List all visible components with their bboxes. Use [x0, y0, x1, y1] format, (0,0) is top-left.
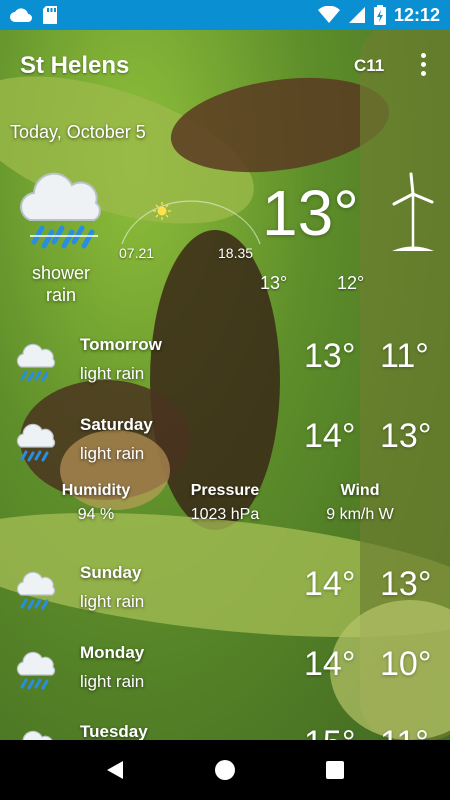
cloud-rain-icon: [16, 423, 56, 462]
wind-label: Wind: [340, 482, 380, 499]
cloud-rain-icon: [16, 651, 56, 690]
forecast-description: light rain: [80, 444, 145, 463]
cloud-icon: [10, 8, 32, 22]
forecast-high: 14°: [304, 417, 356, 455]
forecast-description: light rain: [80, 364, 145, 383]
humidity-detail: Humidity 94 %: [58, 482, 134, 524]
wind-value: 9 km/h W: [326, 506, 394, 523]
pressure-detail: Pressure 1023 hPa: [180, 482, 270, 524]
forecast-row[interactable]: Tomorrow light rain 13° 11°: [0, 335, 450, 405]
navigation-bar: [0, 740, 450, 800]
battery-charging-icon: [373, 5, 386, 25]
sunrise-time: 07.21: [119, 245, 155, 261]
forecast-description: light rain: [80, 672, 145, 691]
humidity-value: 94 %: [77, 506, 115, 523]
forecast-low: 10°: [380, 645, 432, 683]
signal-icon: [348, 7, 365, 23]
unit-toggle[interactable]: C11: [354, 56, 384, 76]
pressure-value: 1023 hPa: [190, 506, 260, 523]
wind-detail: Wind 9 km/h W: [312, 482, 408, 524]
wifi-icon: [317, 6, 340, 23]
forecast-high: 14°: [304, 645, 356, 683]
recents-button[interactable]: [320, 755, 350, 785]
forecast-row[interactable]: Sunday light rain 14° 13°: [0, 563, 450, 633]
cloud-rain-icon: [20, 172, 101, 249]
recents-square-icon: [326, 761, 344, 779]
today-condition-text: shower rain: [31, 263, 91, 305]
sunset-time: 18.35: [218, 245, 254, 261]
forecast-row[interactable]: Saturday light rain 14° 13°: [0, 415, 450, 485]
forecast-low: 13°: [380, 565, 432, 603]
home-button[interactable]: [210, 755, 240, 785]
wind-turbine-icon: [392, 172, 434, 251]
pressure-label: Pressure: [190, 482, 260, 499]
forecast-description: light rain: [80, 592, 145, 611]
clock: 12:12: [393, 4, 440, 25]
forecast-day: Sunday: [80, 563, 142, 582]
back-triangle-icon: [107, 761, 123, 779]
forecast-day: Monday: [80, 643, 145, 662]
back-button[interactable]: [100, 755, 130, 785]
forecast-day: Saturday: [80, 415, 153, 434]
forecast-low: 13°: [380, 417, 432, 455]
status-bar: 12:12: [0, 0, 450, 30]
city-name[interactable]: St Helens: [20, 52, 129, 80]
cloud-rain-icon: [16, 571, 56, 610]
sd-card-icon: [43, 6, 57, 24]
forecast-high: 14°: [304, 565, 356, 603]
current-temperature: 13°: [262, 177, 359, 249]
forecast-day: Tomorrow: [80, 335, 162, 354]
forecast-row[interactable]: Monday light rain 14° 10°: [0, 643, 450, 713]
humidity-label: Humidity: [61, 482, 131, 499]
today-low: 12°: [337, 273, 365, 293]
home-circle-icon: [215, 760, 235, 780]
overflow-menu-icon[interactable]: [416, 53, 430, 79]
forecast-day: Tuesday: [80, 722, 148, 741]
forecast-high: 13°: [304, 337, 356, 375]
today-date: Today, October 5: [10, 122, 146, 142]
cloud-rain-icon: [16, 343, 56, 382]
today-condition: shower rain: [12, 262, 110, 306]
forecast-low: 11°: [380, 337, 429, 375]
today-high: 13°: [260, 273, 288, 293]
